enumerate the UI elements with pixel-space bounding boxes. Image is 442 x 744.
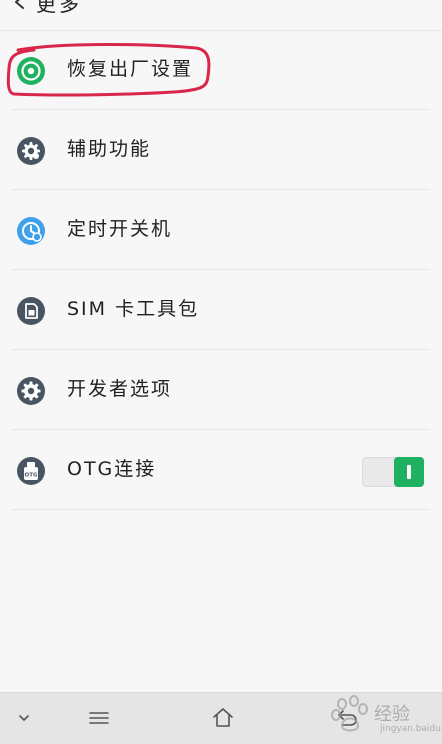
settings-item-label: OTG连接: [67, 458, 157, 480]
watermark: 经验 jingyan.baidu.com: [322, 688, 442, 743]
accessibility-gear-icon: [17, 137, 45, 165]
settings-item-scheduled-power[interactable]: 定时开关机: [0, 190, 442, 270]
highlight-annotation: [6, 43, 211, 97]
page-title: 更多: [36, 0, 82, 16]
settings-list: 恢复出厂设置 辅助功能 定时开关机 SIM 卡工具包 开发者选项 OTG OTG…: [0, 30, 442, 510]
settings-item-otg[interactable]: OTG OTG连接: [0, 430, 442, 510]
settings-item-developer-options[interactable]: 开发者选项: [0, 350, 442, 430]
home-icon[interactable]: [210, 705, 236, 731]
settings-item-label: 定时开关机: [67, 218, 173, 240]
svg-text:OTG: OTG: [25, 473, 38, 479]
timer-power-icon: [17, 217, 45, 245]
settings-item-label: SIM 卡工具包: [67, 298, 200, 320]
otg-toggle-switch[interactable]: [362, 457, 424, 487]
paw-logo-icon: [331, 695, 368, 732]
watermark-text: 经验: [374, 704, 410, 725]
menu-icon[interactable]: [86, 705, 112, 731]
collapse-icon[interactable]: [11, 705, 37, 731]
otg-icon: OTG: [17, 457, 45, 485]
developer-gear-icon: [17, 377, 45, 405]
back-arrow-icon[interactable]: [12, 0, 28, 10]
settings-item-sim-toolkit[interactable]: SIM 卡工具包: [0, 270, 442, 350]
top-bar: 更多: [0, 0, 442, 31]
settings-item-accessibility[interactable]: 辅助功能: [0, 110, 442, 190]
divider: [12, 509, 430, 510]
watermark-subtext: jingyan.baidu.com: [380, 724, 442, 734]
settings-item-label: 开发者选项: [67, 378, 173, 400]
settings-item-label: 辅助功能: [67, 138, 152, 160]
sim-card-icon: [17, 297, 45, 325]
toggle-knob: [394, 457, 424, 487]
